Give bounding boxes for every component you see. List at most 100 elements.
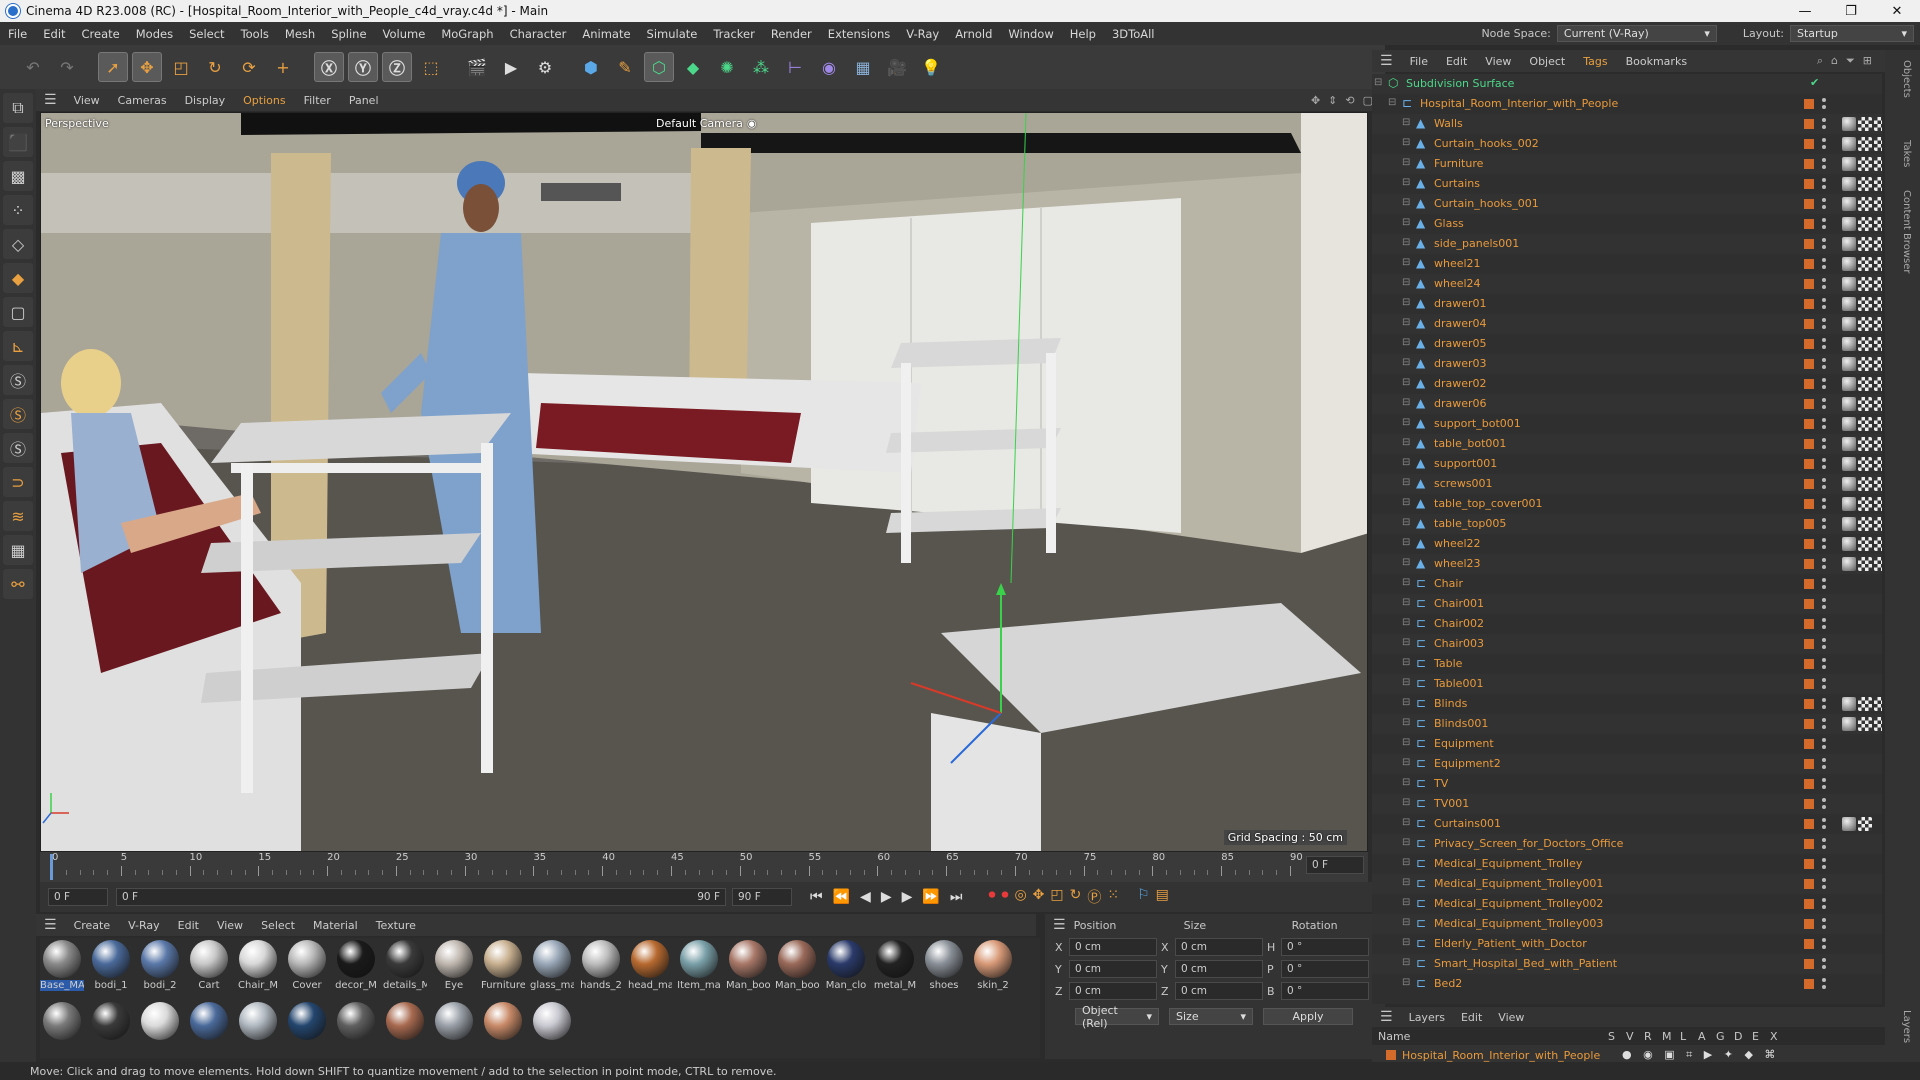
axis-mode-icon[interactable]: ▢ (3, 297, 33, 327)
menu-vray[interactable]: V-Ray (898, 27, 947, 41)
object-row[interactable]: ⊟ ▲ Curtains (1372, 174, 1882, 194)
material-tag-icon[interactable] (1842, 197, 1856, 211)
material-tag-icon[interactable] (1842, 177, 1856, 191)
make-editable-icon[interactable]: ⧉ (3, 93, 33, 123)
cube-icon[interactable]: ⬢ (576, 52, 606, 82)
visibility-dots-icon[interactable] (1822, 858, 1826, 870)
object-row[interactable]: ⊟ ⊏ Curtains001 (1372, 814, 1882, 834)
layer-color-icon[interactable] (1804, 679, 1814, 689)
start-frame-field[interactable]: 0 F (48, 888, 108, 906)
object-row[interactable]: ⊟ ▲ wheel21 (1372, 254, 1882, 274)
material-tag-icon[interactable] (1874, 377, 1882, 391)
material-tag-icon[interactable] (1874, 257, 1882, 271)
undo-icon[interactable]: ↶ (18, 52, 48, 82)
expand-toggle-icon[interactable]: ⊟ (1402, 217, 1410, 228)
expand-toggle-icon[interactable]: ⊟ (1402, 537, 1410, 548)
hamburger-icon[interactable]: ☰ (1045, 917, 1074, 933)
coord-rotation-field[interactable]: 0 ° (1281, 982, 1369, 1000)
expand-toggle-icon[interactable]: ⊟ (1402, 637, 1410, 648)
material-tag-icon[interactable] (1858, 337, 1872, 351)
visibility-dots-icon[interactable] (1822, 498, 1826, 510)
coord-size-field[interactable]: 0 cm (1175, 960, 1263, 978)
material-tag-icon[interactable] (1842, 397, 1856, 411)
layer-color-icon[interactable] (1804, 439, 1814, 449)
layer-color-icon[interactable] (1804, 819, 1814, 829)
material-tag-icon[interactable] (1842, 217, 1856, 231)
redo-icon[interactable]: ↷ (52, 52, 82, 82)
object-row[interactable]: ⊟ ▲ support001 (1372, 454, 1882, 474)
material-swatch[interactable] (187, 1002, 231, 1042)
timeline-window-icon[interactable]: ▤ (1156, 887, 1169, 907)
object-row[interactable]: ⊟ ⊏ Medical_Equipment_Trolley001 (1372, 874, 1882, 894)
material-tag-icon[interactable] (1842, 117, 1856, 131)
layer-color-icon[interactable] (1804, 499, 1814, 509)
visibility-dots-icon[interactable] (1822, 418, 1826, 430)
material-tag-icon[interactable] (1874, 317, 1882, 331)
material-tag-icon[interactable] (1874, 397, 1882, 411)
material-tag-icon[interactable] (1858, 557, 1872, 571)
record-icon[interactable]: ⏺ (988, 887, 995, 907)
material-swatch[interactable]: Man_boo (726, 940, 770, 991)
new-window-icon[interactable]: ⊞ (1863, 54, 1872, 68)
material-tag-icon[interactable] (1858, 157, 1872, 171)
layout-dropdown[interactable]: Startup ▾ (1790, 25, 1914, 42)
material-tag-icon[interactable] (1842, 157, 1856, 171)
object-row[interactable]: ⊟ ⊏ Privacy_Screen_for_Doctors_Office (1372, 834, 1882, 854)
key-param-icon[interactable]: Ⓟ (1087, 887, 1101, 907)
magnet-icon[interactable]: ⊃ (3, 467, 33, 497)
material-tag-icon[interactable] (1842, 477, 1856, 491)
material-swatch[interactable]: glass_ma (530, 940, 574, 991)
layers-menu-layers[interactable]: Layers (1401, 1011, 1453, 1024)
material-tag-icon[interactable] (1858, 497, 1872, 511)
material-tag-icon[interactable] (1858, 397, 1872, 411)
visibility-dots-icon[interactable] (1822, 678, 1826, 690)
visibility-dots-icon[interactable] (1822, 958, 1826, 970)
material-swatch[interactable]: Man_boo (775, 940, 819, 991)
points-mode-icon[interactable]: ⁘ (3, 195, 33, 225)
prev-frame-icon[interactable]: ◀ (860, 889, 871, 905)
light-icon[interactable]: 💡 (916, 52, 946, 82)
tab-content-browser[interactable]: Content Browser (1901, 190, 1912, 273)
menu-simulate[interactable]: Simulate (639, 27, 706, 41)
expand-toggle-icon[interactable]: ⊟ (1402, 977, 1410, 988)
z-axis-icon[interactable]: Ⓩ (382, 52, 412, 82)
expand-toggle-icon[interactable]: ⊟ (1402, 897, 1410, 908)
model-mode-icon[interactable]: ⬛ (3, 127, 33, 157)
layer-color-icon[interactable] (1804, 579, 1814, 589)
menu-create[interactable]: Create (74, 27, 128, 41)
expand-toggle-icon[interactable]: ⊟ (1402, 377, 1410, 388)
menu-edit[interactable]: Edit (35, 27, 73, 41)
minimize-button[interactable]: — (1782, 4, 1828, 19)
auto-key-icon[interactable]: ⏺ (1001, 887, 1008, 907)
layer-color-icon[interactable] (1804, 319, 1814, 329)
coord-mode-dropdown[interactable]: Object (Rel) ▾ (1075, 1004, 1159, 1030)
expand-toggle-icon[interactable]: ⊟ (1402, 817, 1410, 828)
expand-toggle-icon[interactable]: ⊟ (1402, 437, 1410, 448)
material-tag-icon[interactable] (1842, 237, 1856, 251)
hamburger-icon[interactable]: ☰ (36, 92, 65, 108)
visibility-dots-icon[interactable] (1822, 218, 1826, 230)
expand-toggle-icon[interactable]: ⊟ (1402, 197, 1410, 208)
coord-size-dropdown[interactable]: Size ▾ (1169, 1008, 1253, 1025)
visibility-dots-icon[interactable] (1822, 598, 1826, 610)
material-tag-icon[interactable] (1874, 217, 1882, 231)
material-tag-icon[interactable] (1874, 417, 1882, 431)
material-tag-icon[interactable] (1858, 697, 1872, 711)
material-tag-icon[interactable] (1858, 477, 1872, 491)
layer-color-icon[interactable] (1804, 159, 1814, 169)
menu-animate[interactable]: Animate (574, 27, 638, 41)
render-view-icon[interactable]: 🎬 (462, 52, 492, 82)
visibility-dots-icon[interactable] (1822, 158, 1826, 170)
obj-menu-bookmarks[interactable]: Bookmarks (1617, 55, 1696, 68)
x-axis-icon[interactable]: Ⓧ (314, 52, 344, 82)
material-tag-icon[interactable] (1858, 197, 1872, 211)
material-tag-icon[interactable] (1858, 137, 1872, 151)
visibility-dots-icon[interactable] (1822, 658, 1826, 670)
layer-color-icon[interactable] (1804, 859, 1814, 869)
expand-toggle-icon[interactable]: ⊟ (1402, 657, 1410, 668)
material-tag-icon[interactable] (1858, 717, 1872, 731)
expand-toggle-icon[interactable]: ⊟ (1402, 697, 1410, 708)
timeline-ruler[interactable]: 0 5 10 15 20 25 30 35 40 45 50 55 60 65 70 75 80 85 90 0 F (40, 852, 1368, 882)
coord-rotation-field[interactable]: 0 ° (1281, 960, 1369, 978)
live-select-icon[interactable]: ➚ (98, 52, 128, 82)
